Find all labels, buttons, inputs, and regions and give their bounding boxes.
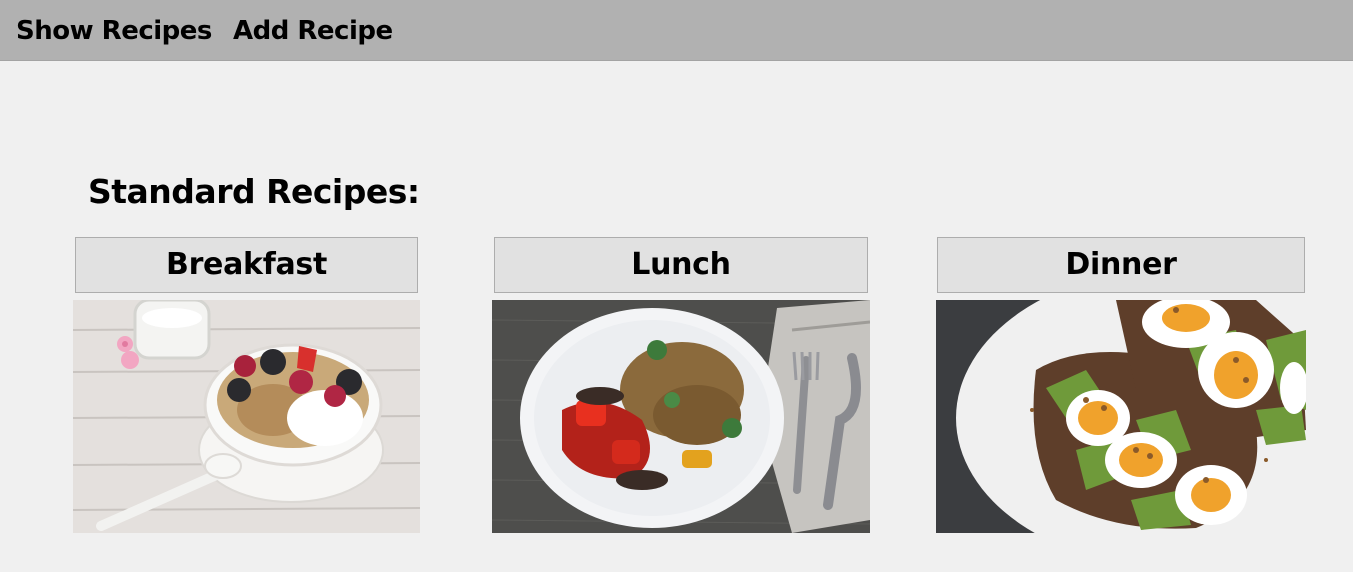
dinner-image[interactable]: [936, 300, 1306, 533]
breakfast-button[interactable]: Breakfast: [75, 237, 418, 293]
breakfast-image[interactable]: [73, 300, 420, 533]
page-heading: Standard Recipes:: [88, 172, 420, 211]
menu-add-recipe[interactable]: Add Recipe: [233, 0, 393, 61]
menu-bar: Show Recipes Add Recipe: [0, 0, 1353, 61]
menu-show-recipes[interactable]: Show Recipes: [16, 0, 212, 61]
dinner-button[interactable]: Dinner: [937, 237, 1305, 293]
lunch-button[interactable]: Lunch: [494, 237, 868, 293]
lunch-image[interactable]: [492, 300, 870, 533]
